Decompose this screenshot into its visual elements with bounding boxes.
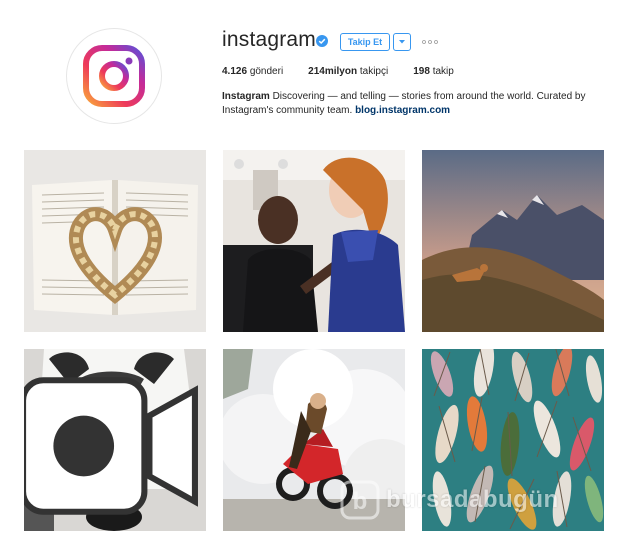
post-thumbnail[interactable] (422, 150, 604, 332)
post-thumbnail[interactable] (24, 150, 206, 332)
chevron-down-icon (399, 40, 405, 44)
followers-value: 214milyon (308, 66, 358, 77)
video-camera-icon (24, 377, 198, 515)
more-options-button[interactable] (421, 33, 439, 51)
post-image-fashion-fitting (223, 150, 405, 332)
posts-value: 4.126 (222, 66, 248, 77)
more-options-icon (422, 40, 438, 44)
post-image-book-snake (24, 150, 206, 332)
follow-dropdown-button[interactable] (393, 33, 411, 51)
watermark: b bursadabugün (340, 478, 559, 522)
posts-count[interactable]: 4.126 gönderi (222, 66, 283, 77)
svg-text:b: b (353, 488, 368, 515)
watermark-logo-icon: b (340, 480, 380, 520)
bio-name: Instagram (222, 91, 270, 102)
profile-username: instagram (222, 28, 317, 51)
verified-badge-icon (316, 35, 328, 47)
posts-label: gönderi (249, 66, 284, 77)
followers-label: takipçi (359, 66, 389, 77)
follow-button[interactable]: Takip Et (340, 33, 390, 51)
post-image-mountain-dog (422, 150, 604, 332)
profile-page: instagram Takip Et 4.126 gönderi 214mily… (0, 0, 620, 540)
profile-avatar[interactable] (66, 28, 162, 124)
following-count[interactable]: 198 takip (413, 66, 454, 77)
profile-stats: 4.126 gönderi 214milyon takipçi 198 taki… (222, 66, 454, 77)
following-label: takip (432, 66, 454, 77)
bio-link[interactable]: blog.instagram.com (355, 105, 450, 116)
following-value: 198 (413, 66, 430, 77)
watermark-text: bursadabugün (386, 486, 559, 513)
post-thumbnail[interactable] (223, 150, 405, 332)
profile-bio: Instagram Discovering — and telling — st… (222, 90, 607, 118)
instagram-logo-icon (83, 45, 145, 107)
followers-count[interactable]: 214milyon takipçi (308, 66, 388, 77)
post-thumbnail[interactable] (24, 349, 206, 531)
